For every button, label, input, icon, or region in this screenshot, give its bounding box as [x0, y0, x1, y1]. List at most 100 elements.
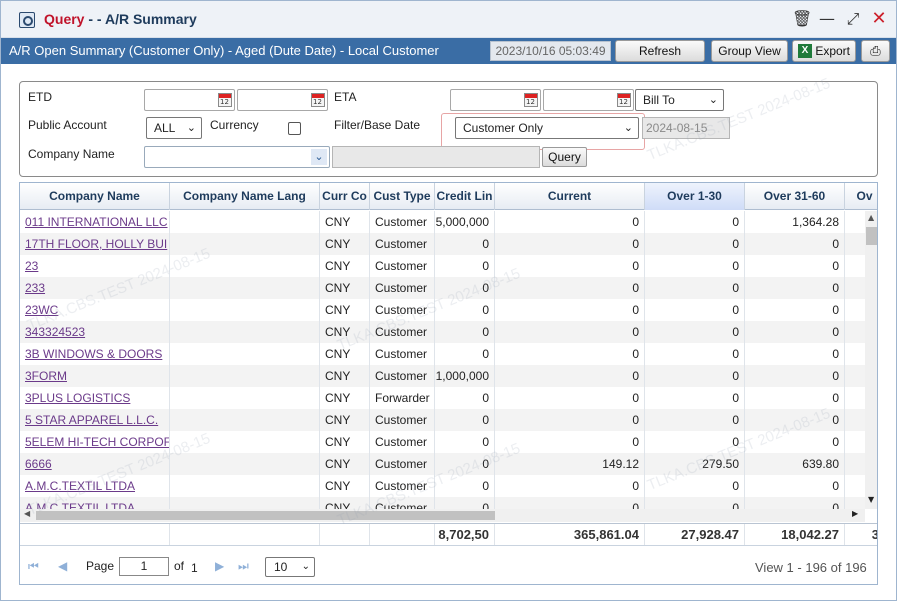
- filter-value: Customer Only: [463, 121, 544, 135]
- vertical-scrollbar[interactable]: ▲ ▼: [865, 211, 877, 509]
- table-cell: 0: [645, 431, 745, 453]
- company-link[interactable]: 343324523: [20, 321, 170, 343]
- table-row[interactable]: 233 CNY Customer 0 0 0 0: [20, 277, 865, 299]
- eta-from-input[interactable]: [450, 89, 541, 111]
- calendar-icon[interactable]: [311, 93, 325, 107]
- last-page-icon[interactable]: ⏭: [238, 559, 249, 574]
- table-cell: 0: [435, 321, 495, 343]
- total-cell: 365,861.04: [495, 524, 645, 546]
- company-link[interactable]: 17TH FLOOR, HOLLY BUI: [20, 233, 170, 255]
- company-link[interactable]: 5 STAR APPAREL L.L.C.: [20, 409, 170, 431]
- company-link[interactable]: 6666: [20, 453, 170, 475]
- maximize-icon[interactable]: ⤢: [844, 9, 862, 29]
- table-row[interactable]: 17TH FLOOR, HOLLY BUI CNY Customer 0 0 0 0: [20, 233, 865, 255]
- scroll-down-icon[interactable]: ▼: [868, 495, 874, 504]
- table-cell: CNY: [320, 321, 370, 343]
- table-cell: [170, 343, 320, 365]
- table-row[interactable]: 23WC CNY Customer 0 0 0 0: [20, 299, 865, 321]
- table-cell: Customer: [370, 299, 435, 321]
- column-header[interactable]: Credit Lin: [435, 183, 495, 210]
- currency-checkbox[interactable]: [288, 122, 301, 135]
- column-header[interactable]: Company Name Lang: [170, 183, 320, 210]
- column-header[interactable]: Cust Type: [370, 183, 435, 210]
- prev-page-icon[interactable]: ◀: [58, 559, 67, 573]
- table-row[interactable]: 343324523 CNY Customer 0 0 0 0: [20, 321, 865, 343]
- trash-icon[interactable]: 🗑: [792, 9, 812, 29]
- column-header[interactable]: Ov: [845, 183, 877, 210]
- table-cell: [170, 299, 320, 321]
- etd-label: ETD: [28, 90, 52, 104]
- scroll-up-icon[interactable]: ▲: [868, 213, 874, 222]
- public-account-select[interactable]: ALL ⌄: [146, 117, 202, 139]
- table-cell: Customer: [370, 475, 435, 497]
- chevron-down-icon: ⌄: [186, 122, 196, 134]
- column-header[interactable]: Over 1-30: [645, 183, 745, 210]
- table-cell: 0: [435, 387, 495, 409]
- company-name-combo[interactable]: ⌄: [144, 146, 330, 168]
- table-row[interactable]: 3B WINDOWS & DOORS CNY Customer 0 0 0 0: [20, 343, 865, 365]
- close-icon[interactable]: ✕: [870, 9, 888, 29]
- total-pages: 1: [191, 561, 198, 575]
- company-link[interactable]: 23WC: [20, 299, 170, 321]
- etd-from-input[interactable]: [144, 89, 235, 111]
- table-row[interactable]: 6666 CNY Customer 0 149.12 279.50 639.80: [20, 453, 865, 475]
- total-cell: 18,042.27: [745, 524, 845, 546]
- print-button[interactable]: ⎙: [861, 40, 890, 62]
- calendar-icon[interactable]: [524, 93, 538, 107]
- company-link[interactable]: 233: [20, 277, 170, 299]
- scroll-thumb[interactable]: [866, 227, 877, 245]
- etd-to-input[interactable]: [237, 89, 328, 111]
- scroll-thumb[interactable]: [36, 511, 495, 520]
- scroll-right-icon[interactable]: ▶: [852, 509, 858, 518]
- horizontal-scrollbar[interactable]: ◀ ▶: [20, 509, 865, 522]
- export-button[interactable]: X Export: [792, 40, 856, 62]
- ar-summary-window: Query - - A/R Summary 🗑 — ⤢ ✕ A/R Open S…: [0, 0, 897, 601]
- first-page-icon[interactable]: ⏮: [28, 559, 39, 574]
- table-cell: 0: [645, 255, 745, 277]
- page-input[interactable]: 1: [119, 557, 169, 576]
- table-cell: 0: [645, 299, 745, 321]
- company-link[interactable]: 5ELEM HI-TECH CORPOF: [20, 431, 170, 453]
- table-cell: 0: [435, 431, 495, 453]
- group-view-button[interactable]: Group View: [711, 40, 788, 62]
- company-link[interactable]: 23: [20, 255, 170, 277]
- pager: ⏮ ◀ Page 1 of 1 ▶ ⏭ 10 ⌄ View 1 - 196 of …: [20, 545, 877, 584]
- company-link[interactable]: A.M.C.TEXTIL LTDA: [20, 497, 170, 509]
- table-cell: 0: [645, 497, 745, 509]
- query-button[interactable]: Query: [542, 147, 587, 167]
- total-cell: [370, 524, 435, 546]
- column-header[interactable]: Company Name: [20, 183, 170, 210]
- company-link[interactable]: 3B WINDOWS & DOORS: [20, 343, 170, 365]
- refresh-button[interactable]: Refresh: [615, 40, 705, 62]
- column-header[interactable]: Current: [495, 183, 645, 210]
- table-row[interactable]: 5ELEM HI-TECH CORPOF CNY Customer 0 0 0 0: [20, 431, 865, 453]
- filter-select[interactable]: Customer Only ⌄: [455, 117, 639, 139]
- next-page-icon[interactable]: ▶: [215, 559, 224, 573]
- calendar-icon[interactable]: [617, 93, 631, 107]
- table-row[interactable]: 011 INTERNATIONAL LLC CNY Customer 5,000,00…: [20, 211, 865, 233]
- column-header[interactable]: Over 31-60: [745, 183, 845, 210]
- company-link[interactable]: A.M.C.TEXTIL LTDA: [20, 475, 170, 497]
- company-link[interactable]: 3FORM: [20, 365, 170, 387]
- calendar-icon[interactable]: [218, 93, 232, 107]
- table-row[interactable]: 3PLUS LOGISTICS CNY Forwarder 0 0 0 0: [20, 387, 865, 409]
- table-cell: CNY: [320, 475, 370, 497]
- table-row[interactable]: 3FORM CNY Customer 1,000,000 0 0 0: [20, 365, 865, 387]
- table-row[interactable]: 5 STAR APPAREL L.L.C. CNY Customer 0 0 0 0: [20, 409, 865, 431]
- minimize-icon[interactable]: —: [818, 9, 836, 29]
- eta-to-input[interactable]: [543, 89, 634, 111]
- column-header[interactable]: Curr Co: [320, 183, 370, 210]
- page-size-value: 10: [274, 560, 288, 574]
- table-row[interactable]: A.M.C.TEXTIL LTDA CNY Customer 0 0 0 0: [20, 497, 865, 509]
- table-cell: 0: [745, 365, 845, 387]
- company-link[interactable]: 011 INTERNATIONAL LLC: [20, 211, 170, 233]
- bill-to-select[interactable]: Bill To ⌄: [635, 89, 724, 111]
- chevron-down-icon[interactable]: ⌄: [311, 149, 327, 165]
- table-cell: 0: [745, 255, 845, 277]
- table-row[interactable]: 23 CNY Customer 0 0 0 0: [20, 255, 865, 277]
- table-cell: Customer: [370, 277, 435, 299]
- company-link[interactable]: 3PLUS LOGISTICS: [20, 387, 170, 409]
- scroll-left-icon[interactable]: ◀: [24, 509, 30, 518]
- page-size-select[interactable]: 10 ⌄: [265, 557, 315, 577]
- table-row[interactable]: A.M.C.TEXTIL LTDA CNY Customer 0 0 0 0: [20, 475, 865, 497]
